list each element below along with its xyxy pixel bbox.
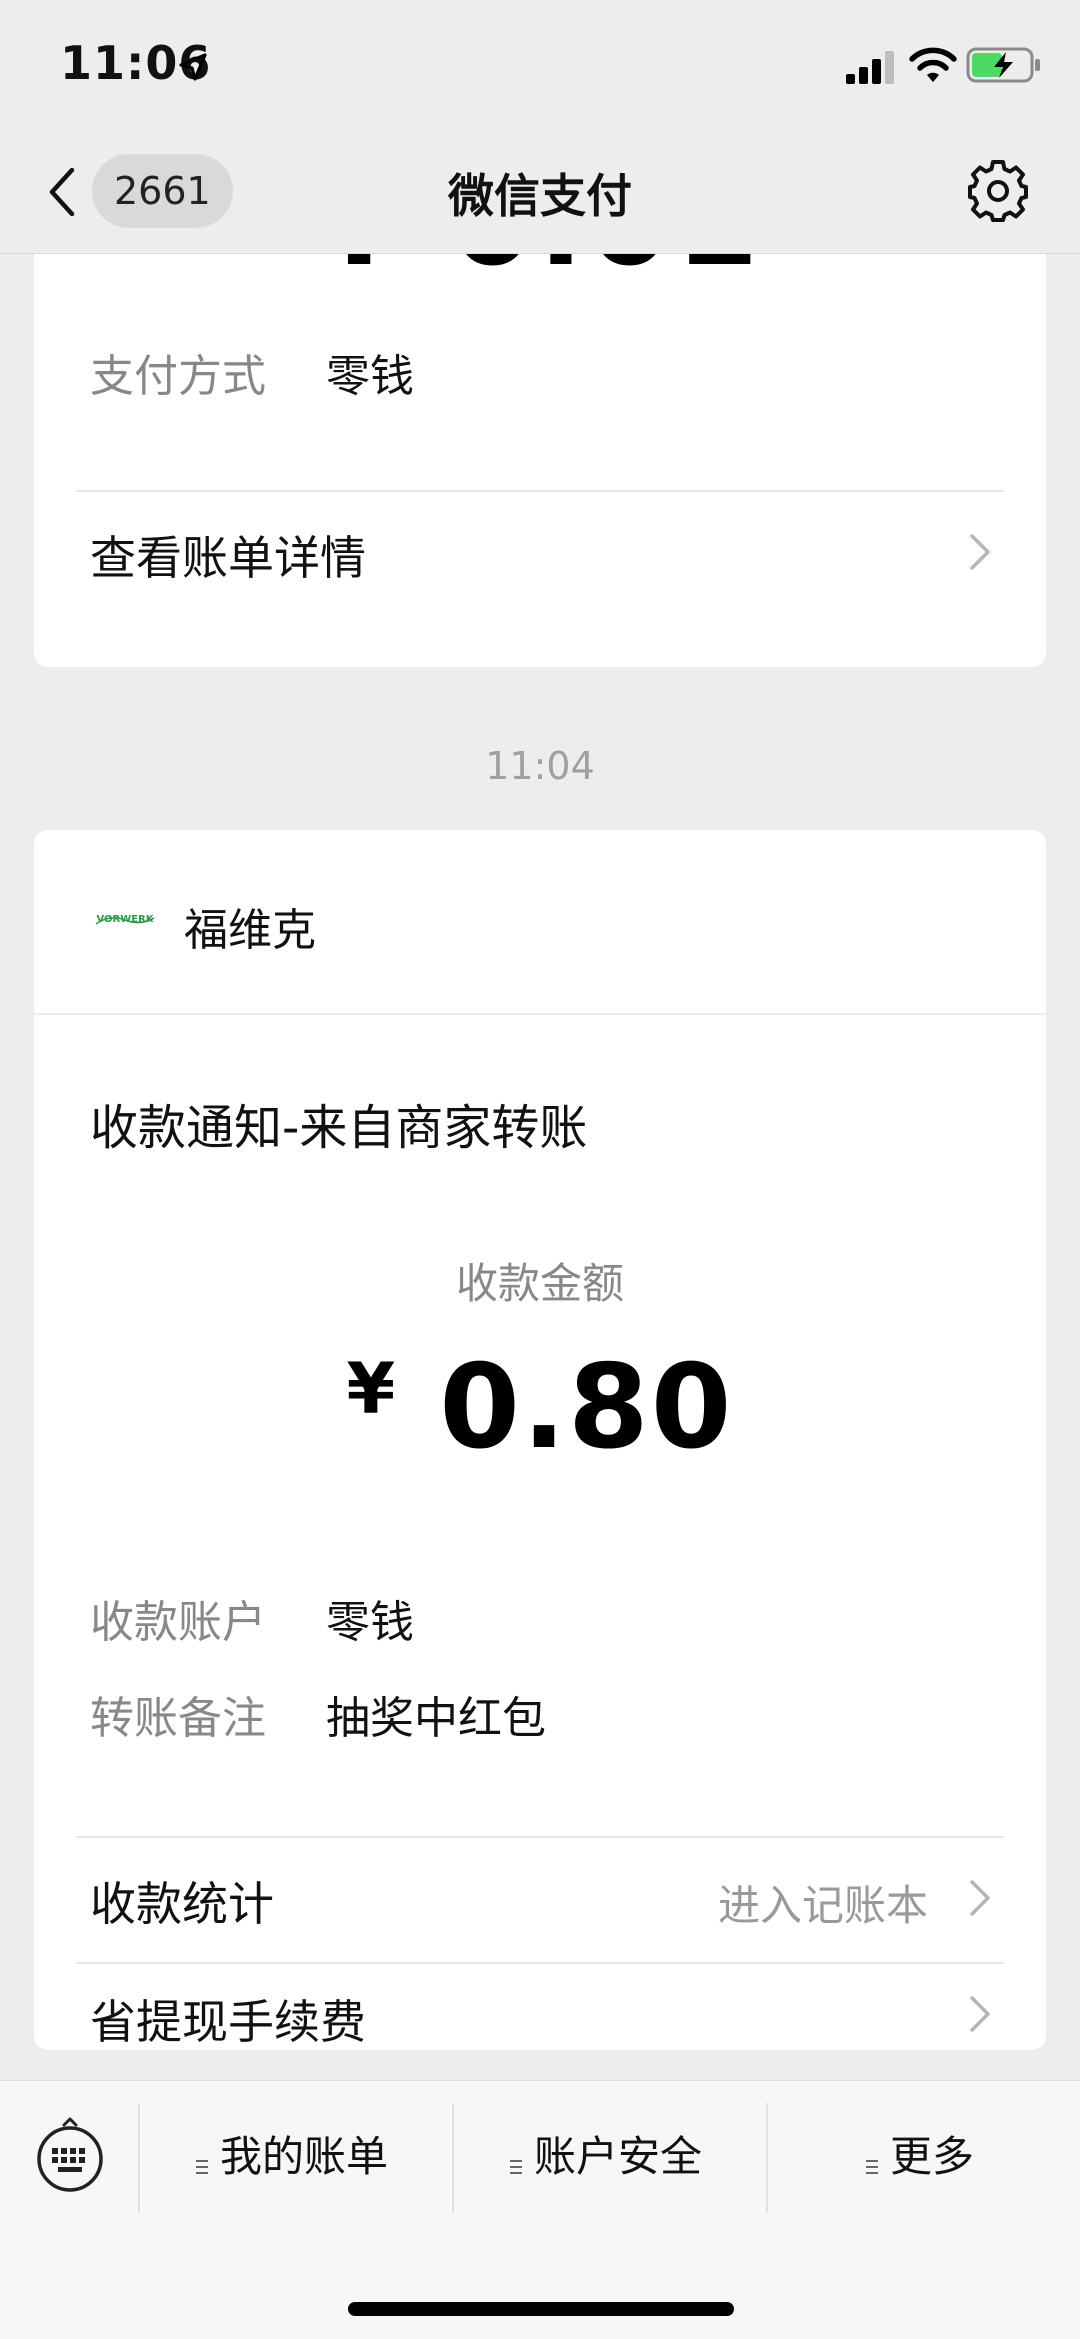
payment-method-value: 零钱	[326, 351, 414, 402]
signal-icon	[846, 51, 894, 84]
chevron-right-icon	[970, 1880, 990, 1916]
amount-display: ¥0.80	[34, 1340, 1046, 1475]
view-bill-details-label: 查看账单详情	[90, 531, 366, 585]
status-bar: 11:06	[0, 0, 1080, 132]
menu-account-security-label: 账户安全	[534, 2132, 703, 2181]
chevron-right-icon	[970, 534, 990, 570]
withdraw-fee-row[interactable]: 省提现手续费	[34, 1964, 1046, 2050]
menu-lines-icon	[510, 2159, 522, 2174]
divider	[138, 2103, 140, 2213]
divider	[452, 2103, 454, 2213]
divider	[766, 2103, 768, 2213]
currency-symbol: ¥	[346, 1348, 396, 1430]
ledger-link: 进入记账本	[717, 1881, 928, 1930]
receive-account-label: 收款账户	[90, 1597, 266, 1648]
message-timestamp: 11:04	[485, 744, 595, 788]
menu-my-bills[interactable]: 我的账单	[196, 2101, 388, 2213]
transfer-note-row: 转账备注 抽奖中红包	[90, 1682, 546, 1746]
gear-icon[interactable]	[966, 158, 1030, 222]
nav-bar: 2661 微信支付	[0, 132, 1080, 254]
merchant-name: 福维克	[184, 905, 316, 956]
menu-my-bills-label: 我的账单	[220, 2132, 389, 2181]
chevron-right-icon	[970, 1996, 990, 2032]
amount-label: 收款金额	[455, 1259, 624, 1308]
amount-value: 0.80	[439, 1340, 734, 1475]
message-feed[interactable]: ¥ 0.01 支付方式零钱 查看账单详情 11:04 VORWERK 福维克 收…	[0, 254, 1080, 2080]
menu-lines-icon	[196, 2159, 208, 2174]
notice-title: 收款通知-来自商家转账	[90, 1100, 588, 1156]
payment-notice-card: VORWERK 福维克 收款通知-来自商家转账 收款金额 ¥0.80 收款账户 零…	[34, 830, 1046, 2050]
menu-lines-icon	[866, 2159, 878, 2174]
merchant-header[interactable]: VORWERK 福维克	[34, 830, 1046, 1015]
merchant-logo: VORWERK	[95, 914, 155, 925]
view-bill-details-row[interactable]: 查看账单详情	[34, 492, 1046, 612]
merchant-logo-text: VORWERK	[96, 914, 154, 925]
payment-method-row: 支付方式 零钱	[90, 340, 414, 404]
previous-payment-card: ¥ 0.01 支付方式 零钱 查看账单详情	[34, 254, 1046, 667]
battery-charging-icon	[966, 47, 1040, 83]
location-arrow-icon	[179, 53, 207, 81]
withdraw-fee-label: 省提现手续费	[90, 1995, 366, 2049]
receive-account-value: 零钱	[326, 1597, 414, 1648]
page-title: 微信支付	[448, 169, 632, 223]
menu-more-label: 更多	[890, 2132, 975, 2181]
menu-account-security[interactable]: 账户安全	[510, 2101, 702, 2213]
transfer-note-value: 抽奖中红包	[326, 1693, 546, 1744]
payment-method-label: 支付方式	[90, 351, 266, 402]
wifi-icon	[909, 47, 957, 82]
previous-amount: ¥ 0.01	[34, 254, 1046, 293]
menu-more[interactable]: 更多	[866, 2101, 974, 2213]
bottom-menu-bar: 我的账单 账户安全 更多	[0, 2080, 1080, 2339]
transfer-note-label: 转账备注	[90, 1693, 266, 1744]
keyboard-toggle-icon[interactable]	[34, 2115, 106, 2195]
payment-stats-row[interactable]: 收款统计 进入记账本	[34, 1838, 1046, 1958]
home-indicator[interactable]	[348, 2302, 734, 2316]
payment-stats-label: 收款统计	[90, 1877, 274, 1931]
receive-account-row: 收款账户 零钱	[90, 1586, 414, 1650]
